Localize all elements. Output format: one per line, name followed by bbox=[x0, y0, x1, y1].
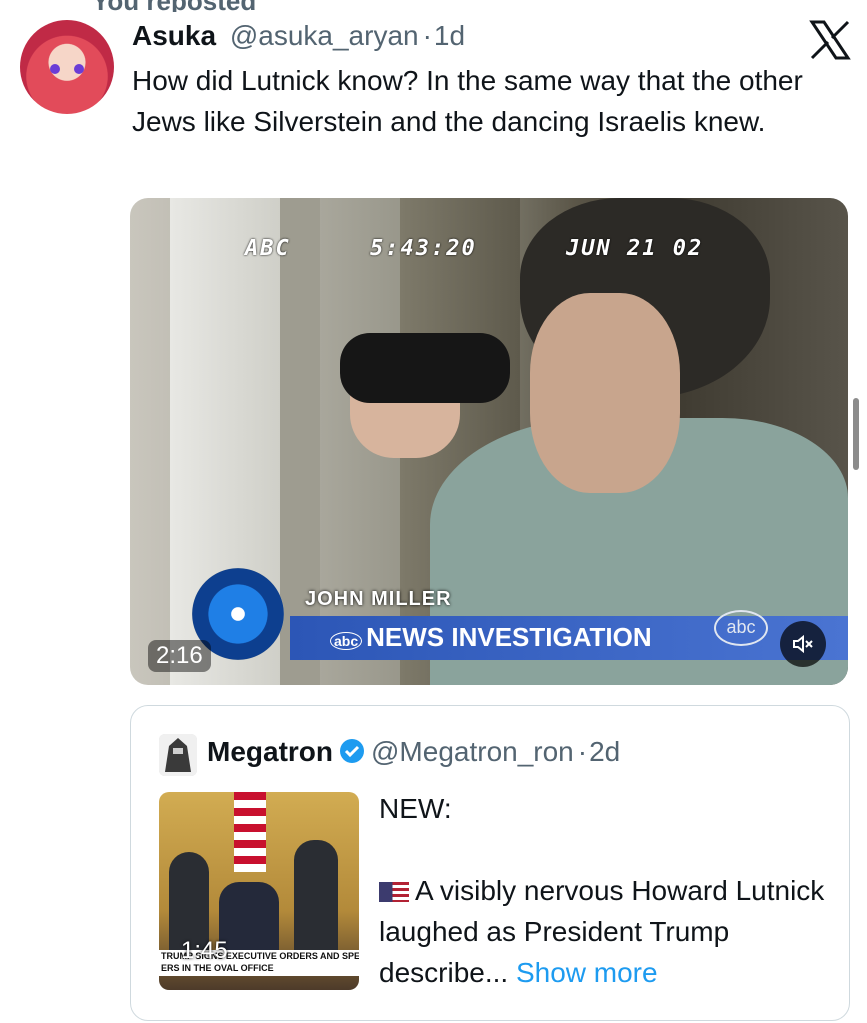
verified-badge-icon bbox=[340, 739, 364, 763]
thumb-person bbox=[219, 882, 279, 952]
lower-third-title: abc NEWS INVESTIGATION bbox=[330, 622, 652, 653]
lower-third-network: abc bbox=[330, 632, 363, 650]
quoted-author-handle[interactable]: @Megatron_ron bbox=[371, 736, 574, 767]
scene-binoculars bbox=[340, 333, 510, 403]
quoted-text: NEW: A visibly nervous Howard Lutnick la… bbox=[379, 788, 829, 993]
osd-channel: ABC bbox=[245, 236, 291, 261]
tweet-header: Asuka @asuka_aryan ·1d bbox=[132, 20, 465, 52]
osd-date: JUN 21 02 bbox=[566, 236, 704, 261]
quoted-time[interactable]: 2d bbox=[589, 736, 620, 767]
video-player[interactable]: ABC 5:43:20 JUN 21 02 JOHN MILLER abc NEW… bbox=[130, 198, 848, 685]
quoted-video-thumbnail[interactable]: TRUMP SIGNS EXECUTIVE ORDERS AND SPE ERS… bbox=[159, 792, 359, 990]
robot-avatar-icon bbox=[159, 734, 197, 776]
avatar-eye bbox=[50, 64, 60, 74]
thumb-person bbox=[294, 840, 338, 950]
abc-corner-bug: abc bbox=[714, 610, 768, 646]
quoted-separator: · bbox=[577, 736, 588, 767]
us-flag-icon bbox=[379, 882, 409, 902]
quoted-author-name[interactable]: Megatron bbox=[207, 736, 333, 767]
avatar[interactable] bbox=[20, 20, 114, 114]
quoted-header: Megatron @Megatron_ron ·2d bbox=[207, 736, 620, 768]
video-duration: 2:16 bbox=[148, 640, 211, 672]
tweet-text: How did Lutnick know? In the same way th… bbox=[132, 65, 811, 137]
mute-button[interactable] bbox=[780, 621, 826, 667]
thumb-duration: 1:45 bbox=[181, 937, 228, 964]
osd-time: 5:43:20 bbox=[370, 236, 477, 261]
lower-third-title-text: NEWS INVESTIGATION bbox=[366, 622, 652, 652]
speaker-muted-icon bbox=[793, 634, 813, 654]
repost-banner: You reposted bbox=[0, 0, 867, 12]
show-more-link[interactable]: Show more bbox=[516, 957, 658, 988]
quoted-avatar[interactable] bbox=[159, 734, 197, 776]
avatar-eye bbox=[74, 64, 84, 74]
tweet-time[interactable]: 1d bbox=[434, 20, 465, 51]
x-logo-icon[interactable] bbox=[808, 20, 852, 60]
thumb-flag bbox=[234, 792, 266, 872]
author-handle[interactable]: @asuka_aryan bbox=[230, 20, 419, 51]
separator: · bbox=[422, 20, 432, 51]
lower-third-name: JOHN MILLER bbox=[305, 588, 452, 610]
repost-banner-label: You reposted bbox=[92, 0, 256, 12]
author-name[interactable]: Asuka bbox=[132, 20, 216, 51]
scrollbar[interactable] bbox=[853, 398, 859, 470]
quoted-tweet[interactable]: Megatron @Megatron_ron ·2d TRUMP SIGNS EXE… bbox=[130, 705, 850, 1021]
quoted-line1: NEW: bbox=[379, 793, 452, 824]
scene-person-face bbox=[530, 293, 680, 493]
scene-frame bbox=[280, 198, 320, 685]
